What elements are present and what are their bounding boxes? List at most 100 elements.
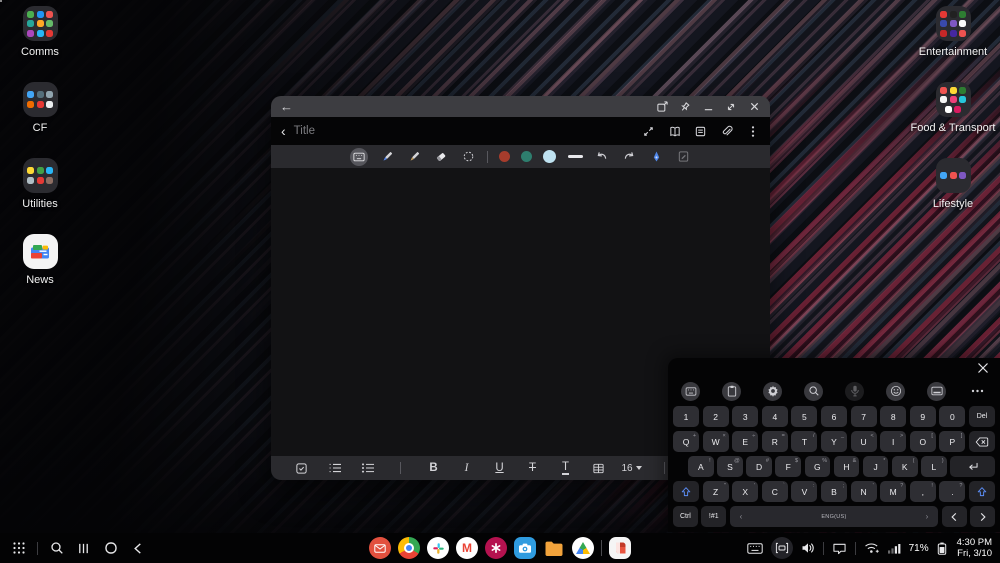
slack-app-icon[interactable] — [427, 537, 449, 559]
stroke-width-icon[interactable] — [567, 149, 583, 165]
spen-assist-icon[interactable] — [648, 149, 664, 165]
key-j[interactable]: J* — [863, 456, 889, 477]
key-enter[interactable] — [950, 456, 995, 477]
key-c[interactable]: C` — [762, 481, 788, 502]
key-e[interactable]: E÷ — [732, 431, 758, 452]
voice-input-icon[interactable] — [845, 382, 864, 401]
expand-icon[interactable] — [641, 124, 656, 139]
folder-icon[interactable] — [936, 82, 971, 117]
color-lightblue-swatch[interactable] — [543, 150, 556, 163]
key-p[interactable]: P] — [939, 431, 965, 452]
note-title-field[interactable]: Title — [294, 125, 315, 137]
key-chevron-right[interactable] — [970, 506, 995, 527]
numbered-list-icon[interactable] — [318, 460, 351, 476]
pen-icon[interactable] — [379, 149, 395, 165]
notifications-icon[interactable] — [832, 542, 847, 555]
folder-icon[interactable] — [23, 82, 58, 117]
key-0[interactable]: 0 — [939, 406, 965, 427]
key-i[interactable]: I> — [880, 431, 906, 452]
google-drive-app-icon[interactable] — [572, 537, 594, 559]
key-r[interactable]: R= — [762, 431, 788, 452]
key-q[interactable]: Q+ — [673, 431, 699, 452]
desktop-item-news[interactable]: News — [0, 234, 83, 287]
news-app-icon[interactable] — [23, 234, 58, 269]
more-options-icon[interactable] — [745, 124, 760, 139]
note-back-icon[interactable]: ‹ — [281, 123, 286, 139]
highlighter-icon[interactable] — [406, 149, 422, 165]
key-m[interactable]: M? — [880, 481, 906, 502]
bold-icon[interactable]: B — [417, 460, 450, 476]
key-w[interactable]: W× — [703, 431, 729, 452]
key-del[interactable]: Del — [969, 406, 995, 427]
keyboard-modes-icon[interactable] — [681, 382, 700, 401]
desktop-item-food-transport[interactable]: Food & Transport — [910, 82, 996, 135]
folder-icon[interactable] — [23, 158, 58, 193]
key-[interactable]: .? — [939, 481, 965, 502]
key-u[interactable]: U< — [851, 431, 877, 452]
undo-icon[interactable] — [594, 149, 610, 165]
key-space[interactable]: ‹ENG(US)› — [730, 506, 939, 527]
asterisk-app-icon[interactable] — [485, 537, 507, 559]
keyboard-close-icon[interactable] — [977, 361, 989, 379]
key-2[interactable]: 2 — [703, 406, 729, 427]
key-backspace[interactable] — [969, 431, 995, 452]
key-k[interactable]: K( — [892, 456, 918, 477]
keyboard-input-icon[interactable] — [350, 148, 368, 166]
key-d[interactable]: D# — [746, 456, 772, 477]
checkbox-icon[interactable] — [285, 460, 318, 476]
attach-icon[interactable] — [719, 124, 734, 139]
key-z[interactable]: Z" — [703, 481, 729, 502]
key-chevron-left[interactable] — [942, 506, 967, 527]
italic-icon[interactable]: I — [450, 460, 483, 476]
chrome-app-icon[interactable] — [398, 537, 420, 559]
color-red-swatch[interactable] — [499, 151, 510, 162]
more-options-icon[interactable] — [968, 382, 987, 401]
key-v[interactable]: V: — [791, 481, 817, 502]
minimize-icon[interactable] — [701, 100, 715, 114]
font-size-dropdown[interactable]: 16 — [615, 460, 648, 476]
key-ctrl[interactable]: Ctrl — [673, 506, 698, 527]
clipboard-icon[interactable] — [722, 382, 741, 401]
home-icon[interactable] — [102, 540, 119, 557]
key-shift[interactable] — [673, 481, 699, 502]
recents-icon[interactable] — [75, 540, 92, 557]
key-4[interactable]: 4 — [762, 406, 788, 427]
page-lock-icon[interactable] — [675, 149, 691, 165]
key-l[interactable]: L) — [921, 456, 947, 477]
underline-icon[interactable]: U — [483, 460, 516, 476]
key-3[interactable]: 3 — [732, 406, 758, 427]
keyboard-layout-icon[interactable] — [927, 382, 946, 401]
keyboard-toggle-icon[interactable] — [771, 537, 793, 559]
lasso-select-icon[interactable] — [460, 149, 476, 165]
window-titlebar[interactable]: ← — [271, 96, 770, 117]
key-g[interactable]: G% — [805, 456, 831, 477]
page-template-icon[interactable] — [693, 124, 708, 139]
redo-icon[interactable] — [621, 149, 637, 165]
key-t[interactable]: T/ — [791, 431, 817, 452]
strikethrough-icon[interactable]: T — [516, 460, 549, 476]
key-8[interactable]: 8 — [880, 406, 906, 427]
desktop-item-lifestyle[interactable]: Lifestyle — [910, 158, 996, 211]
key-b[interactable]: B; — [821, 481, 847, 502]
key-1[interactable]: 1 — [673, 406, 699, 427]
samsung-notes-app-icon[interactable] — [609, 537, 631, 559]
my-files-app-icon[interactable] — [543, 537, 565, 559]
key-9[interactable]: 9 — [910, 406, 936, 427]
key-y[interactable]: Y_ — [821, 431, 847, 452]
folder-icon[interactable] — [936, 6, 971, 41]
apps-grid-icon[interactable] — [10, 540, 27, 557]
settings-gear-icon[interactable] — [763, 382, 782, 401]
bullet-list-icon[interactable] — [351, 460, 384, 476]
email-app-icon[interactable] — [369, 537, 391, 559]
key-shift[interactable] — [969, 481, 995, 502]
popup-view-icon[interactable] — [655, 100, 669, 114]
keyboard-icon[interactable] — [747, 543, 763, 554]
key-6[interactable]: 6 — [821, 406, 847, 427]
reading-mode-icon[interactable] — [667, 124, 682, 139]
gmail-app-icon[interactable]: M — [456, 537, 478, 559]
key-f[interactable]: F$ — [775, 456, 801, 477]
key-s[interactable]: S@ — [717, 456, 743, 477]
key-n[interactable]: N' — [851, 481, 877, 502]
taskbar-clock[interactable]: 4:30 PM Fri, 3/10 — [957, 537, 992, 559]
desktop-item-entertainment[interactable]: Entertainment — [910, 6, 996, 59]
